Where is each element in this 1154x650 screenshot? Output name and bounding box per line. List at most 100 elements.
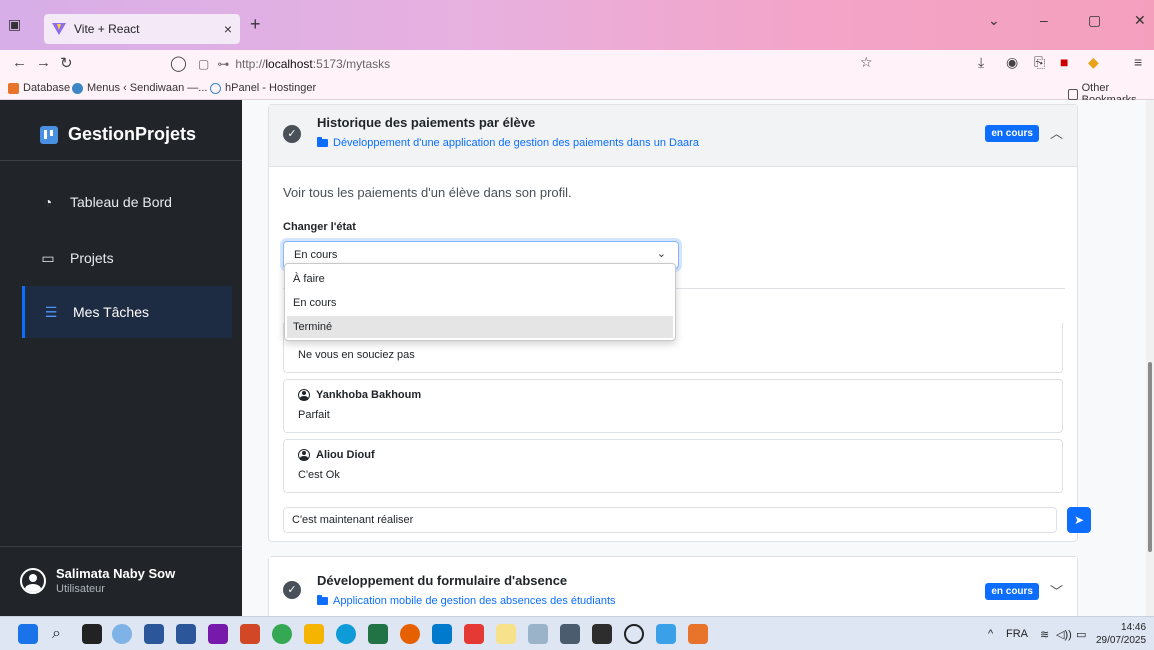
brand[interactable]: GestionProjets bbox=[40, 124, 196, 145]
send-icon: ➤ bbox=[1073, 513, 1085, 527]
gauge-icon: ◔ bbox=[43, 194, 53, 210]
wifi-icon[interactable]: ≋ bbox=[1040, 628, 1049, 641]
site-icon bbox=[72, 82, 83, 94]
shield-icon[interactable]: ◯ bbox=[170, 54, 187, 72]
account-icon[interactable]: ◉ bbox=[1006, 54, 1018, 71]
send-button[interactable]: ➤ bbox=[1067, 507, 1091, 533]
onenote-icon[interactable] bbox=[208, 624, 228, 644]
reload-icon[interactable]: ↻ bbox=[60, 54, 73, 72]
clock-date: 29/07/2025 bbox=[1096, 635, 1147, 646]
brand-name: GestionProjets bbox=[68, 124, 197, 144]
sidebar-item-projects[interactable]: ▭ Projets bbox=[22, 232, 232, 284]
bookmark-database[interactable]: Database bbox=[8, 82, 70, 94]
sidebar-item-my-tasks[interactable]: ☰ Mes Tâches bbox=[22, 286, 232, 338]
app-icon-2[interactable] bbox=[496, 624, 516, 644]
excel-icon[interactable] bbox=[368, 624, 388, 644]
pdf-icon[interactable] bbox=[464, 624, 484, 644]
chevron-up-icon[interactable]: ^ bbox=[988, 628, 993, 640]
browser-tab-bar: ▣ Vite + React × + ⌄ – ▢ ✕ bbox=[0, 0, 1154, 50]
bookmark-hpanel[interactable]: hPanel - Hostinger bbox=[210, 82, 316, 94]
status-badge: en cours bbox=[985, 125, 1039, 142]
camera-icon[interactable] bbox=[560, 624, 580, 644]
photos-icon[interactable] bbox=[656, 624, 676, 644]
sidebar-item-label: Tableau de Bord bbox=[70, 194, 172, 210]
vscode-icon[interactable] bbox=[432, 624, 452, 644]
new-tab-button[interactable]: + bbox=[250, 14, 261, 35]
language-indicator[interactable]: FRA bbox=[1006, 628, 1028, 640]
chrome-icon[interactable] bbox=[272, 624, 292, 644]
ime-icon[interactable] bbox=[528, 624, 548, 644]
sidebar-item-dashboard[interactable]: ◔ Tableau de Bord bbox=[22, 176, 232, 228]
task-card-header[interactable]: ✓ Historique des paiements par élève Dév… bbox=[269, 105, 1077, 167]
task-project: Développement d'une application de gesti… bbox=[317, 137, 699, 149]
bookmark-menus[interactable]: Menus ‹ Sendiwaan —... bbox=[72, 82, 207, 94]
state-option[interactable]: En cours bbox=[287, 292, 673, 314]
state-option[interactable]: À faire bbox=[287, 268, 673, 290]
list-icon: ☰ bbox=[44, 303, 58, 320]
user-profile[interactable]: Salimata Naby Sow Utilisateur bbox=[20, 566, 175, 595]
bookmark-star-icon[interactable]: ☆ bbox=[860, 54, 873, 71]
app-icon[interactable] bbox=[144, 624, 164, 644]
widgets-icon[interactable] bbox=[112, 624, 132, 644]
extension-icon[interactable]: ■ bbox=[1060, 54, 1068, 70]
folder-icon bbox=[317, 595, 328, 605]
comment-item: Aliou Diouf C'est Ok bbox=[283, 439, 1063, 493]
sidebar-item-label: Projets bbox=[70, 250, 114, 266]
maximize-icon[interactable]: ▢ bbox=[1088, 12, 1101, 29]
forward-icon[interactable]: → bbox=[36, 54, 51, 71]
back-icon[interactable]: ← bbox=[12, 54, 27, 71]
comment-input[interactable]: C'est maintenant réaliser bbox=[283, 507, 1057, 533]
comment-author: Aliou Diouf bbox=[298, 449, 1048, 461]
task-card-header[interactable]: ✓ Développement du formulaire d'absence … bbox=[269, 557, 1077, 619]
url-prefix: http:// bbox=[235, 57, 266, 71]
state-option[interactable]: Terminé bbox=[287, 316, 673, 338]
xampp-icon[interactable] bbox=[688, 624, 708, 644]
chevron-down-icon[interactable]: ﹀ bbox=[1050, 581, 1063, 600]
clock-time: 14:46 bbox=[1121, 622, 1147, 633]
avatar bbox=[20, 567, 46, 594]
minimize-icon[interactable]: – bbox=[1040, 12, 1048, 28]
chatgpt-icon[interactable] bbox=[624, 624, 644, 644]
extensions-icon[interactable]: ⎘ bbox=[1034, 54, 1045, 71]
user-name: Salimata Naby Sow bbox=[56, 566, 176, 581]
browser-menu-icon[interactable]: ▣ bbox=[8, 16, 21, 33]
sidebar-divider bbox=[0, 160, 242, 161]
kanban-icon bbox=[40, 125, 58, 144]
bookmark-label: Database bbox=[23, 82, 71, 94]
search-icon[interactable]: ⌕ bbox=[52, 624, 72, 644]
close-tab-icon[interactable]: × bbox=[224, 21, 232, 37]
user-circle-icon bbox=[298, 389, 310, 401]
volume-icon[interactable]: ◁)) bbox=[1056, 628, 1072, 641]
chevron-up-icon[interactable]: ︿ bbox=[1050, 123, 1063, 142]
extension-icon-2[interactable]: ◆ bbox=[1088, 54, 1099, 71]
user-role: Utilisateur bbox=[56, 583, 105, 595]
edge-icon[interactable] bbox=[336, 624, 356, 644]
word-icon[interactable] bbox=[176, 624, 196, 644]
state-dropdown-list: À faire En cours Terminé bbox=[284, 263, 676, 341]
scrollbar-thumb[interactable] bbox=[1148, 362, 1152, 552]
folder-icon bbox=[1068, 88, 1078, 100]
file-explorer-icon[interactable] bbox=[304, 624, 324, 644]
firefox-icon[interactable] bbox=[400, 624, 420, 644]
user-circle-icon bbox=[298, 449, 310, 461]
downloads-icon[interactable]: ⤓ bbox=[978, 54, 984, 71]
os-taskbar: ⌕ ^ FRA ≋ ◁)) ▭ 14:46 29/07/2025 bbox=[0, 616, 1154, 650]
terminal-icon[interactable] bbox=[592, 624, 612, 644]
close-window-icon[interactable]: ✕ bbox=[1134, 12, 1146, 29]
comment-text: Parfait bbox=[298, 409, 330, 421]
task-view-icon[interactable] bbox=[82, 624, 102, 644]
state-label: Changer l'état bbox=[283, 221, 356, 233]
url-bar[interactable]: ▢ ⊶ http://localhost:5173/mytasks bbox=[198, 50, 390, 78]
task-description: Voir tous les paiements d'un élève dans … bbox=[283, 185, 572, 200]
powerpoint-icon[interactable] bbox=[240, 624, 260, 644]
comment-author-name: Yankhoba Bakhoum bbox=[316, 389, 422, 401]
clock[interactable]: 14:46 29/07/2025 bbox=[1096, 621, 1146, 647]
page-scrollbar[interactable] bbox=[1146, 100, 1154, 616]
battery-icon[interactable]: ▭ bbox=[1076, 628, 1086, 641]
globe-icon bbox=[210, 82, 221, 94]
tab-list-icon[interactable]: ⌄ bbox=[988, 12, 1000, 29]
bookmark-label: hPanel - Hostinger bbox=[225, 82, 317, 94]
windows-start-icon[interactable] bbox=[18, 624, 38, 644]
menu-icon[interactable]: ≡ bbox=[1134, 54, 1142, 70]
browser-tab[interactable]: Vite + React × bbox=[44, 14, 240, 44]
